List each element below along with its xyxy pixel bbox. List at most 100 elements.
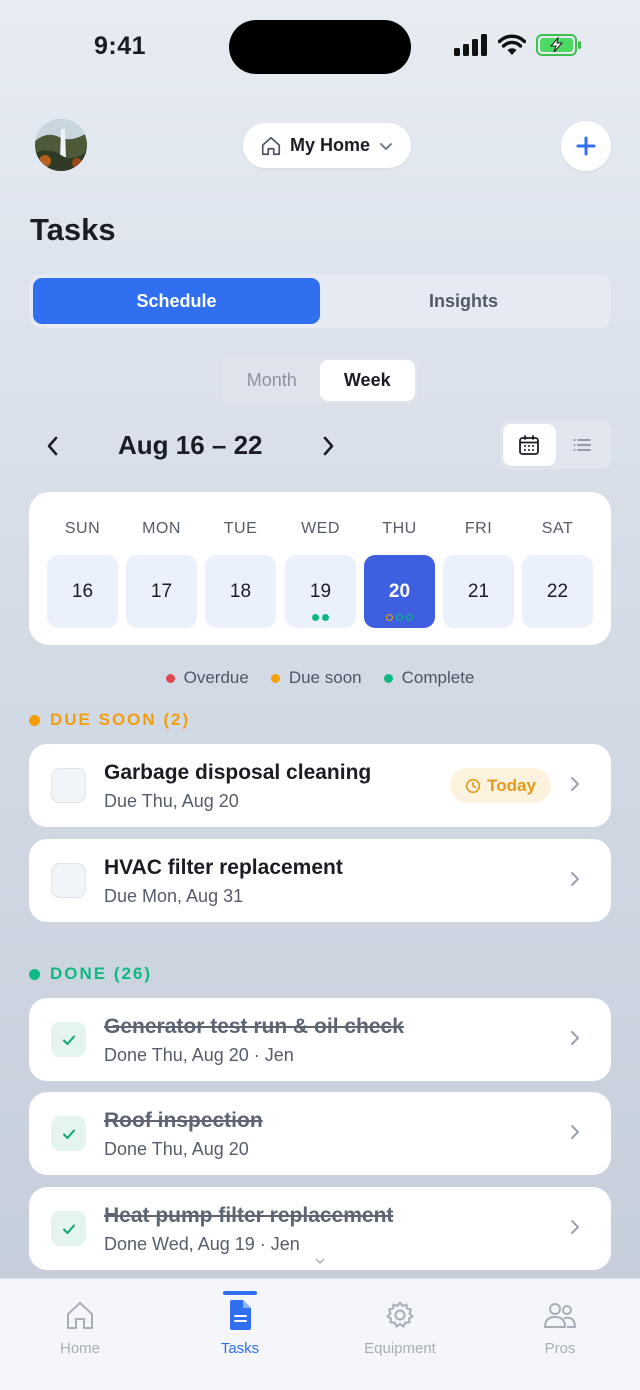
task-title: Heat pump filter replacement: [104, 1204, 394, 1227]
view-toggle: [500, 421, 611, 469]
task-row[interactable]: HVAC filter replacement Due Mon, Aug 31: [29, 839, 611, 922]
tab-tasks[interactable]: Tasks: [160, 1279, 320, 1390]
range-navigation: Aug 16 – 22: [0, 420, 640, 472]
day-number: 19: [309, 580, 332, 602]
tab-schedule[interactable]: Schedule: [33, 278, 320, 324]
day-name: TUE: [223, 520, 258, 537]
legend-item-complete: Complete: [383, 668, 475, 688]
day-cell[interactable]: 19: [285, 555, 356, 628]
done-section-header: DONE (26): [29, 964, 152, 984]
status-icons: [454, 34, 582, 56]
section-title: DONE (26): [50, 964, 153, 983]
legend-label: Overdue: [183, 668, 249, 687]
list-icon: [573, 439, 591, 451]
calendar-icon: [519, 435, 540, 455]
day-name: THU: [382, 520, 417, 537]
task-indicator-dots: [312, 614, 329, 622]
tab-week[interactable]: Week: [319, 360, 415, 401]
signal-icon: [454, 34, 487, 56]
next-week-button[interactable]: [310, 428, 346, 464]
complete-dot: [322, 614, 329, 621]
chevron-right-icon: [571, 1125, 579, 1139]
day-number: 22: [546, 580, 569, 602]
task-title: Garbage disposal cleaning: [104, 761, 372, 784]
task-checkbox-checked[interactable]: [51, 1211, 86, 1246]
tab-pros[interactable]: Pros: [480, 1279, 640, 1390]
task-title: Generator test run & oil check: [104, 1015, 404, 1038]
active-tab-indicator: [223, 1291, 257, 1295]
dynamic-island: [229, 20, 411, 74]
legend-label: Due soon: [288, 668, 362, 687]
due-soon-section-header: DUE SOON (2): [29, 710, 190, 730]
range-tabs: Month Week: [221, 357, 418, 404]
day-cell[interactable]: 18: [205, 555, 276, 628]
previous-week-button[interactable]: [35, 428, 71, 464]
task-checkbox[interactable]: [51, 863, 86, 898]
task-row[interactable]: Garbage disposal cleaning Due Thu, Aug 2…: [29, 744, 611, 827]
legend-item-overdue: Overdue: [165, 668, 249, 688]
tab-label: Tasks: [220, 1340, 260, 1357]
scroll-down-icon: [315, 1258, 325, 1264]
task-checkbox-checked[interactable]: [51, 1116, 86, 1151]
home-icon: [261, 136, 281, 155]
task-row[interactable]: Generator test run & oil check Done Thu,…: [29, 998, 611, 1081]
tab-equipment[interactable]: Equipment: [320, 1279, 480, 1390]
task-title: Roof inspection: [104, 1109, 263, 1132]
day-cell[interactable]: 16: [47, 555, 118, 628]
tab-month[interactable]: Month: [224, 360, 320, 401]
status-time: 9:41: [94, 32, 147, 60]
day-name: FRI: [464, 520, 493, 537]
chevron-down-icon: [380, 142, 392, 150]
home-selector[interactable]: My Home: [243, 123, 411, 168]
chevron-right-icon: [571, 872, 579, 886]
due-soon-dot: [270, 673, 280, 683]
calendar-view-button[interactable]: [503, 424, 556, 466]
status-legend: Overdue Due soon Complete: [0, 668, 640, 688]
page-title: Tasks: [30, 212, 116, 247]
today-badge: Today: [450, 768, 551, 803]
task-row[interactable]: Roof inspection Done Thu, Aug 20: [29, 1092, 611, 1175]
home-icon: [67, 1302, 93, 1329]
chevron-right-icon: [571, 1031, 579, 1045]
main-tabs: Schedule Insights: [29, 274, 611, 328]
date-range-label: Aug 16 – 22: [118, 430, 263, 460]
avatar[interactable]: [35, 119, 87, 171]
tab-insights[interactable]: Insights: [320, 278, 607, 324]
complete-dot: [396, 614, 403, 621]
wifi-icon: [498, 34, 526, 55]
add-button[interactable]: [561, 121, 611, 171]
day-number: 16: [71, 580, 94, 602]
document-icon: [230, 1300, 251, 1330]
day-name: MON: [142, 520, 181, 537]
status-bar: 9:41: [0, 0, 640, 92]
plus-icon: [576, 136, 596, 156]
section-title: DUE SOON (2): [50, 710, 191, 729]
chevron-right-icon: [323, 436, 334, 456]
due-soon-dot: [29, 714, 40, 726]
avatar-image: [35, 119, 87, 171]
complete-dot: [312, 614, 319, 621]
day-cell[interactable]: 21: [443, 555, 514, 628]
legend-label: Complete: [401, 668, 475, 687]
task-checkbox[interactable]: [51, 768, 86, 803]
people-icon: [544, 1303, 576, 1328]
checkmark-icon: [62, 1035, 75, 1045]
badge-label: Today: [487, 775, 536, 795]
tab-home[interactable]: Home: [0, 1279, 160, 1390]
day-number: 21: [467, 580, 490, 602]
chevron-right-icon: [571, 777, 579, 791]
day-cell[interactable]: 22: [522, 555, 593, 628]
chevron-left-icon: [47, 436, 58, 456]
week-calendar: SUN 16 MON 17 TUE 18 WED 19 THU 20 FRI 2…: [29, 492, 611, 645]
tab-label: Pros: [544, 1340, 576, 1357]
task-done-date: Done Thu, Aug 20 · Jen: [104, 1045, 294, 1065]
legend-item-due-soon: Due soon: [270, 668, 362, 688]
day-cell[interactable]: 17: [126, 555, 197, 628]
task-done-date: Done Thu, Aug 20: [104, 1139, 249, 1159]
battery-icon: [536, 34, 581, 56]
list-view-button[interactable]: [556, 424, 609, 466]
complete-dot: [29, 968, 40, 980]
day-cell-selected[interactable]: 20: [364, 555, 435, 628]
task-title: HVAC filter replacement: [104, 856, 343, 879]
task-checkbox-checked[interactable]: [51, 1022, 86, 1057]
